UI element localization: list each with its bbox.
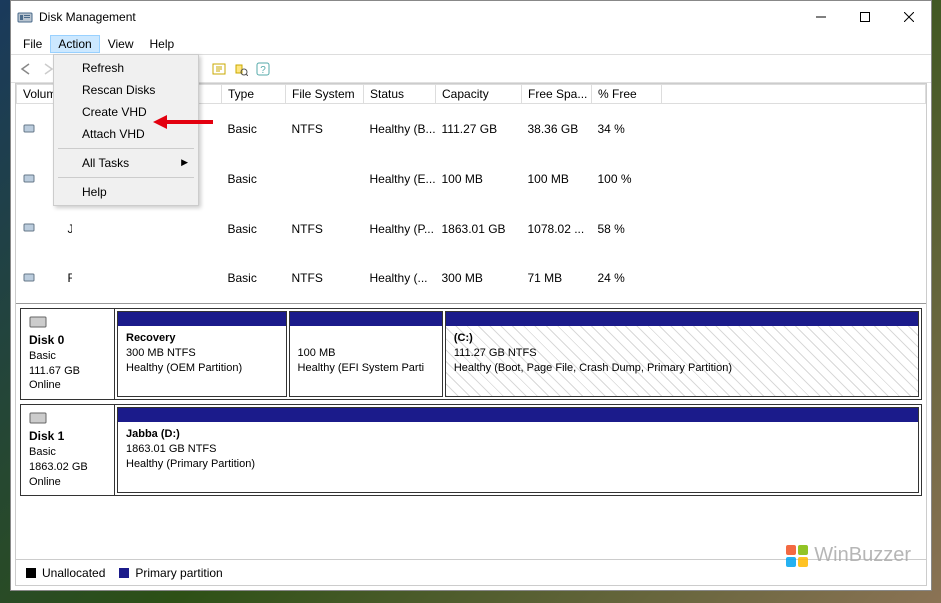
partition-container: Recovery300 MB NTFSHealthy (OEM Partitio… bbox=[115, 309, 921, 399]
watermark: WinBuzzer bbox=[786, 544, 911, 567]
volume-free: 1078.02 ... bbox=[522, 204, 592, 254]
disk-row[interactable]: Disk 1Basic1863.02 GBOnlineJabba (D:)186… bbox=[20, 404, 922, 496]
volume-status: Healthy (P... bbox=[364, 204, 436, 254]
col-status[interactable]: Status bbox=[364, 85, 436, 104]
window-title: Disk Management bbox=[39, 10, 799, 24]
menu-separator bbox=[58, 177, 194, 178]
volume-free: 38.36 GB bbox=[522, 104, 592, 155]
volume-capacity: 1863.01 GB bbox=[436, 204, 522, 254]
menu-refresh[interactable]: Refresh bbox=[56, 57, 196, 79]
volume-row[interactable]: Jab BasicNTFSHealthy (P...1863.01 GB1078.… bbox=[17, 204, 926, 254]
menu-all-tasks[interactable]: All Tasks▶ bbox=[56, 152, 196, 174]
partition[interactable]: 100 MBHealthy (EFI System Parti bbox=[289, 311, 443, 397]
volume-row[interactable]: Re BasicNTFSHealthy (...300 MB71 MB24 % bbox=[17, 253, 926, 303]
volume-name: Jab bbox=[62, 204, 72, 254]
volume-capacity: 111.27 GB bbox=[436, 104, 522, 155]
volume-type: Basic bbox=[222, 204, 286, 254]
volume-capacity: 100 MB bbox=[436, 154, 522, 204]
partition-info: 100 MBHealthy (EFI System Parti bbox=[290, 326, 442, 396]
volume-pct: 58 % bbox=[592, 204, 662, 254]
volume-fs: NTFS bbox=[286, 104, 364, 155]
menu-view[interactable]: View bbox=[100, 35, 142, 53]
disk-header[interactable]: Disk 0Basic111.67 GBOnline bbox=[21, 309, 115, 399]
volume-fs: NTFS bbox=[286, 253, 364, 303]
volume-name: Re bbox=[62, 253, 72, 303]
legend-unallocated-label: Unallocated bbox=[42, 566, 105, 580]
volume-capacity: 300 MB bbox=[436, 253, 522, 303]
volume-status: Healthy (... bbox=[364, 253, 436, 303]
partition-info: Recovery300 MB NTFSHealthy (OEM Partitio… bbox=[118, 326, 286, 396]
watermark-text: WinBuzzer bbox=[814, 544, 911, 567]
close-button[interactable] bbox=[887, 2, 931, 32]
winbuzzer-logo-icon bbox=[786, 545, 808, 567]
volume-free: 100 MB bbox=[522, 154, 592, 204]
col-capacity[interactable]: Capacity bbox=[436, 85, 522, 104]
refresh-icon[interactable] bbox=[208, 58, 230, 80]
back-button[interactable] bbox=[15, 58, 37, 80]
col-freespace[interactable]: Free Spa... bbox=[522, 85, 592, 104]
help-icon[interactable]: ? bbox=[252, 58, 274, 80]
disk-row[interactable]: Disk 0Basic111.67 GBOnlineRecovery300 MB… bbox=[20, 308, 922, 400]
volume-type: Basic bbox=[222, 154, 286, 204]
volume-status: Healthy (B... bbox=[364, 104, 436, 155]
volume-pct: 24 % bbox=[592, 253, 662, 303]
disk-header[interactable]: Disk 1Basic1863.02 GBOnline bbox=[21, 405, 115, 495]
volume-icon bbox=[17, 204, 62, 254]
svg-text:?: ? bbox=[260, 65, 266, 76]
partition[interactable]: (C:)111.27 GB NTFSHealthy (Boot, Page Fi… bbox=[445, 311, 919, 397]
legend-unallocated-swatch bbox=[26, 568, 36, 578]
partition-info: (C:)111.27 GB NTFSHealthy (Boot, Page Fi… bbox=[446, 326, 918, 396]
partition-bar bbox=[118, 408, 918, 422]
col-pctfree[interactable]: % Free bbox=[592, 85, 662, 104]
volume-pct: 100 % bbox=[592, 154, 662, 204]
volume-status: Healthy (E... bbox=[364, 154, 436, 204]
properties-icon[interactable] bbox=[230, 58, 252, 80]
window-controls bbox=[799, 2, 931, 32]
titlebar[interactable]: Disk Management bbox=[11, 1, 931, 33]
legend-primary-label: Primary partition bbox=[135, 566, 222, 580]
app-icon bbox=[17, 9, 33, 25]
volume-type: Basic bbox=[222, 253, 286, 303]
menu-action[interactable]: Action bbox=[50, 35, 99, 53]
volume-fs: NTFS bbox=[286, 204, 364, 254]
partition-container: Jabba (D:)1863.01 GB NTFSHealthy (Primar… bbox=[115, 405, 921, 495]
partition[interactable]: Recovery300 MB NTFSHealthy (OEM Partitio… bbox=[117, 311, 287, 397]
maximize-button[interactable] bbox=[843, 2, 887, 32]
volume-type: Basic bbox=[222, 104, 286, 155]
partition[interactable]: Jabba (D:)1863.01 GB NTFSHealthy (Primar… bbox=[117, 407, 919, 493]
partition-bar bbox=[446, 312, 918, 326]
menu-rescan-disks[interactable]: Rescan Disks bbox=[56, 79, 196, 101]
partition-bar bbox=[118, 312, 286, 326]
menu-file[interactable]: File bbox=[15, 35, 50, 53]
col-filesystem[interactable]: File System bbox=[286, 85, 364, 104]
volume-free: 71 MB bbox=[522, 253, 592, 303]
submenu-arrow-icon: ▶ bbox=[181, 157, 188, 168]
partition-info: Jabba (D:)1863.01 GB NTFSHealthy (Primar… bbox=[118, 422, 918, 492]
menu-help[interactable]: Help bbox=[142, 35, 183, 53]
menubar: File Action View Help bbox=[11, 33, 931, 55]
partition-bar bbox=[290, 312, 442, 326]
disk-map-pane[interactable]: Disk 0Basic111.67 GBOnlineRecovery300 MB… bbox=[16, 304, 926, 559]
col-blank[interactable] bbox=[662, 85, 926, 104]
minimize-button[interactable] bbox=[799, 2, 843, 32]
volume-fs bbox=[286, 154, 364, 204]
volume-pct: 34 % bbox=[592, 104, 662, 155]
menu-separator bbox=[58, 148, 194, 149]
col-type[interactable]: Type bbox=[222, 85, 286, 104]
menu-help[interactable]: Help bbox=[56, 181, 196, 203]
legend-primary-swatch bbox=[119, 568, 129, 578]
volume-icon bbox=[17, 253, 62, 303]
annotation-arrow bbox=[153, 112, 213, 132]
